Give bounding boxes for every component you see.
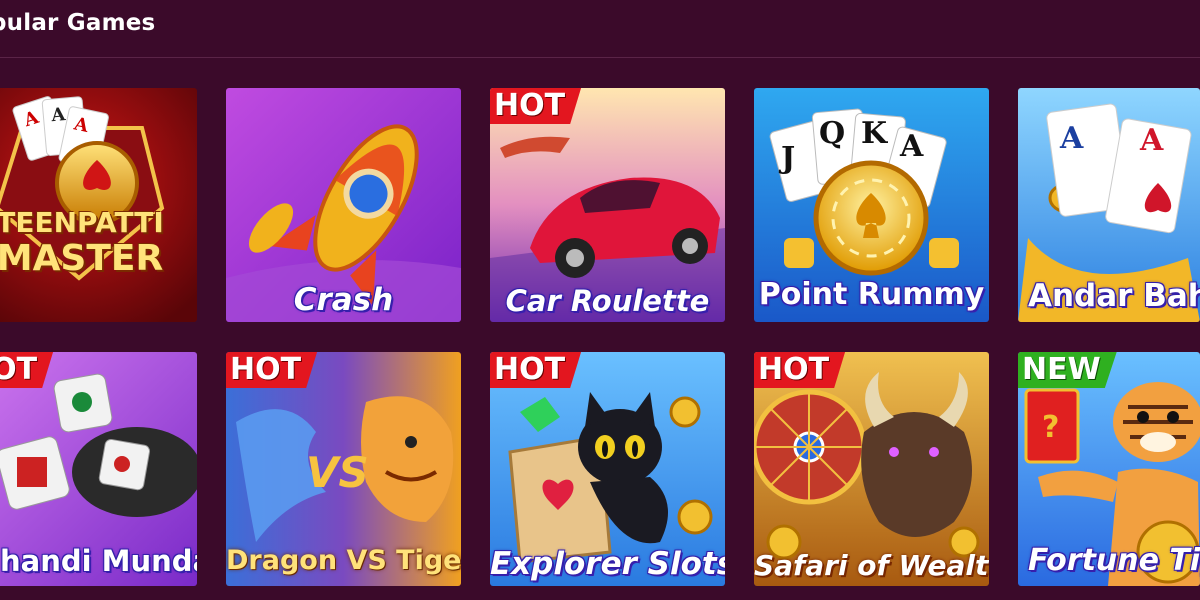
game-title: Fortune Tig xyxy=(1028,543,1200,578)
card-j: J xyxy=(778,141,795,176)
hot-badge: HOT xyxy=(490,88,582,124)
card-a: A xyxy=(899,129,924,164)
hot-badge: HOT xyxy=(226,352,318,388)
game-title: Dragon VS Tiger xyxy=(226,545,461,576)
game-card-crash[interactable]: Crash xyxy=(226,88,461,322)
teenpatti-line2: MASTER xyxy=(0,238,164,279)
card-q: Q xyxy=(819,116,845,151)
svg-text:?: ? xyxy=(1042,410,1059,445)
game-title: handi Munda xyxy=(0,544,197,578)
game-card-jhandi-munda[interactable]: HOT handi Munda xyxy=(0,352,197,586)
game-card-fortune-tiger[interactable]: ? NEW Fortune Tig xyxy=(1018,352,1200,586)
game-title: Point Rummy xyxy=(758,277,985,312)
game-title: Crash xyxy=(293,282,394,318)
teenpatti-master-art: A A A xyxy=(0,88,197,322)
card-k: K xyxy=(861,116,888,151)
svg-text:A: A xyxy=(49,104,67,126)
game-card-car-roulette[interactable]: HOT Car Roulette xyxy=(490,88,725,322)
game-card-safari-of-wealth[interactable]: HOT Safari of Wealth xyxy=(754,352,989,586)
games-grid: A A A TEENPATTI MASTER Crash HOT Car Rou… xyxy=(0,0,1200,600)
card-a-red: A xyxy=(1139,123,1164,158)
svg-text:VS: VS xyxy=(306,448,369,497)
game-card-explorer-slots[interactable]: HOT Explorer Slots xyxy=(490,352,725,586)
game-card-teenpatti-master[interactable]: A A A TEENPATTI MASTER xyxy=(0,88,197,322)
game-title: Car Roulette xyxy=(505,284,710,318)
hot-badge: HOT xyxy=(754,352,846,388)
game-title: Safari of Wealth xyxy=(754,549,989,582)
game-card-dragon-vs-tiger[interactable]: VS HOT Dragon VS Tiger xyxy=(226,352,461,586)
hot-badge: HOT xyxy=(490,352,582,388)
game-title: Explorer Slots xyxy=(490,546,725,582)
game-card-point-rummy[interactable]: J Q K A Point Rummy xyxy=(754,88,989,322)
game-card-andar-bahar[interactable]: A A Andar Bah xyxy=(1018,88,1200,322)
new-badge: NEW xyxy=(1018,352,1117,388)
game-title: Andar Bah xyxy=(1028,278,1200,314)
card-a-blue: A xyxy=(1059,121,1084,156)
teenpatti-line1: TEENPATTI xyxy=(0,206,164,239)
